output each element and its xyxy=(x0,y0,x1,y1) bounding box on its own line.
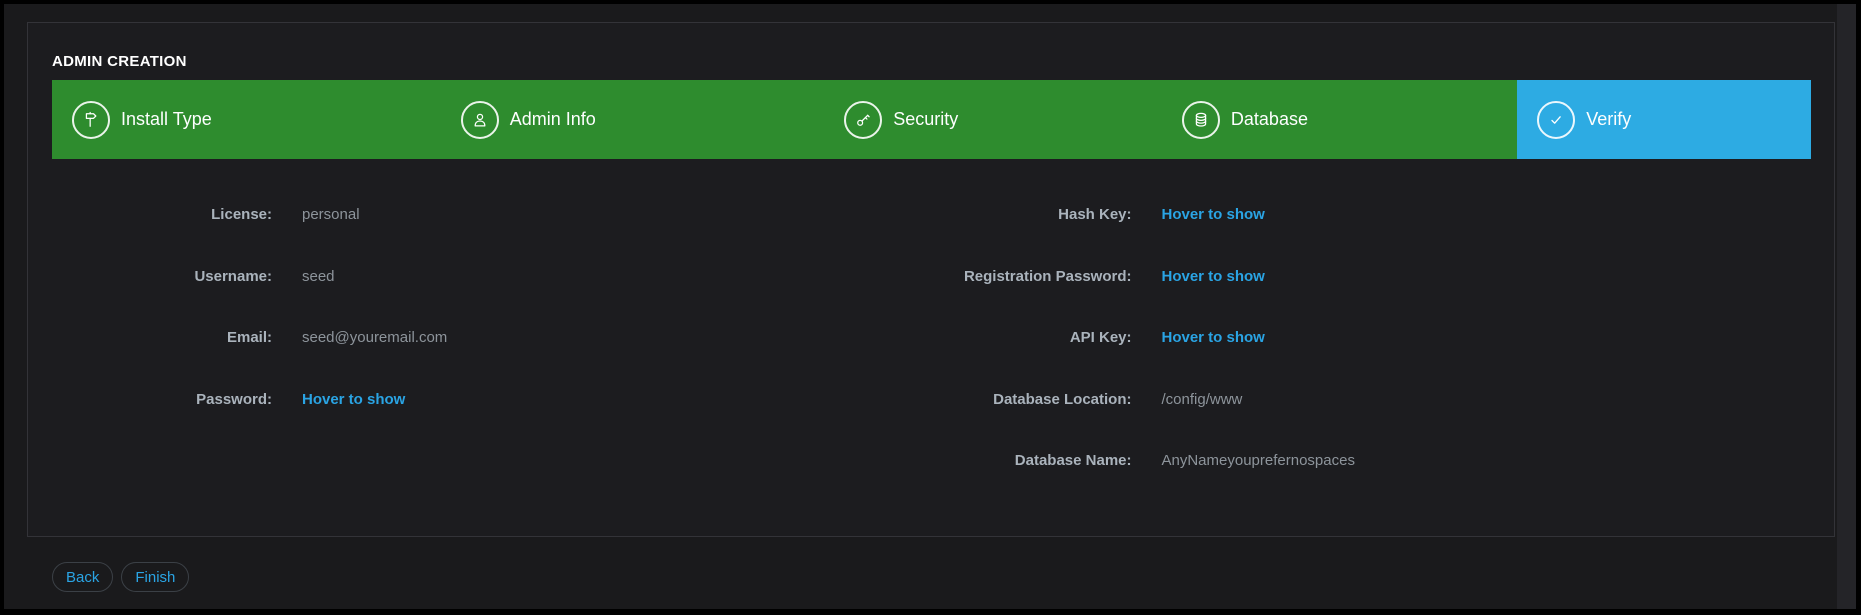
database-icon xyxy=(1182,101,1220,139)
field-value: seed xyxy=(302,268,335,285)
signpost-icon xyxy=(72,101,110,139)
summary-row-username: Username: seed xyxy=(52,246,932,308)
hover-to-show-registration-password[interactable]: Hover to show xyxy=(1162,268,1265,285)
key-icon xyxy=(844,101,882,139)
wizard-actions: Back Finish xyxy=(52,562,189,592)
finish-button[interactable]: Finish xyxy=(121,562,189,592)
step-label: Install Type xyxy=(121,109,212,130)
step-label: Database xyxy=(1231,109,1308,130)
field-label: License: xyxy=(52,206,272,223)
summary-row-password: Password: Hover to show xyxy=(52,369,932,431)
wizard-step-bar: Install Type Admin Info xyxy=(52,80,1811,159)
summary-column-right: Hash Key: Hover to show Registration Pas… xyxy=(932,184,1812,492)
summary-row-database-location: Database Location: /config/www xyxy=(932,369,1812,431)
app-window: ADMIN CREATION Install Type xyxy=(4,4,1856,609)
field-label: API Key: xyxy=(932,329,1132,346)
field-label: Database Location: xyxy=(932,391,1132,408)
admin-creation-panel: ADMIN CREATION Install Type xyxy=(27,22,1835,537)
summary-row-hash-key: Hash Key: Hover to show xyxy=(932,184,1812,246)
field-label: Database Name: xyxy=(932,452,1132,469)
field-label: Registration Password: xyxy=(932,268,1132,285)
field-value: personal xyxy=(302,206,360,223)
vertical-scrollbar[interactable] xyxy=(1837,4,1856,609)
field-label: Username: xyxy=(52,268,272,285)
wizard-step-security[interactable]: Security xyxy=(824,80,1162,159)
field-label: Password: xyxy=(52,391,272,408)
hover-to-show-hash-key[interactable]: Hover to show xyxy=(1162,206,1265,223)
summary-column-left: License: personal Username: seed Email: … xyxy=(52,184,932,492)
summary-row-registration-password: Registration Password: Hover to show xyxy=(932,246,1812,308)
field-value: /config/www xyxy=(1162,391,1243,408)
wizard-step-database[interactable]: Database xyxy=(1162,80,1517,159)
wizard-step-install-type[interactable]: Install Type xyxy=(52,80,441,159)
user-icon xyxy=(461,101,499,139)
field-value: AnyNameyouprefernospaces xyxy=(1162,452,1355,469)
hover-to-show-password[interactable]: Hover to show xyxy=(302,391,405,408)
field-label: Hash Key: xyxy=(932,206,1132,223)
step-label: Admin Info xyxy=(510,109,596,130)
field-label: Email: xyxy=(52,329,272,346)
summary-row-api-key: API Key: Hover to show xyxy=(932,307,1812,369)
field-value: seed@youremail.com xyxy=(302,329,447,346)
summary-row-email: Email: seed@youremail.com xyxy=(52,307,932,369)
hover-to-show-api-key[interactable]: Hover to show xyxy=(1162,329,1265,346)
check-icon xyxy=(1537,101,1575,139)
wizard-step-admin-info[interactable]: Admin Info xyxy=(441,80,824,159)
step-label: Verify xyxy=(1586,109,1631,130)
wizard-step-verify[interactable]: Verify xyxy=(1517,80,1811,159)
verification-summary: License: personal Username: seed Email: … xyxy=(52,184,1811,492)
page-title: ADMIN CREATION xyxy=(52,53,1810,70)
summary-row-database-name: Database Name: AnyNameyouprefernospaces xyxy=(932,430,1812,492)
summary-row-license: License: personal xyxy=(52,184,932,246)
back-button[interactable]: Back xyxy=(52,562,113,592)
step-label: Security xyxy=(893,109,958,130)
